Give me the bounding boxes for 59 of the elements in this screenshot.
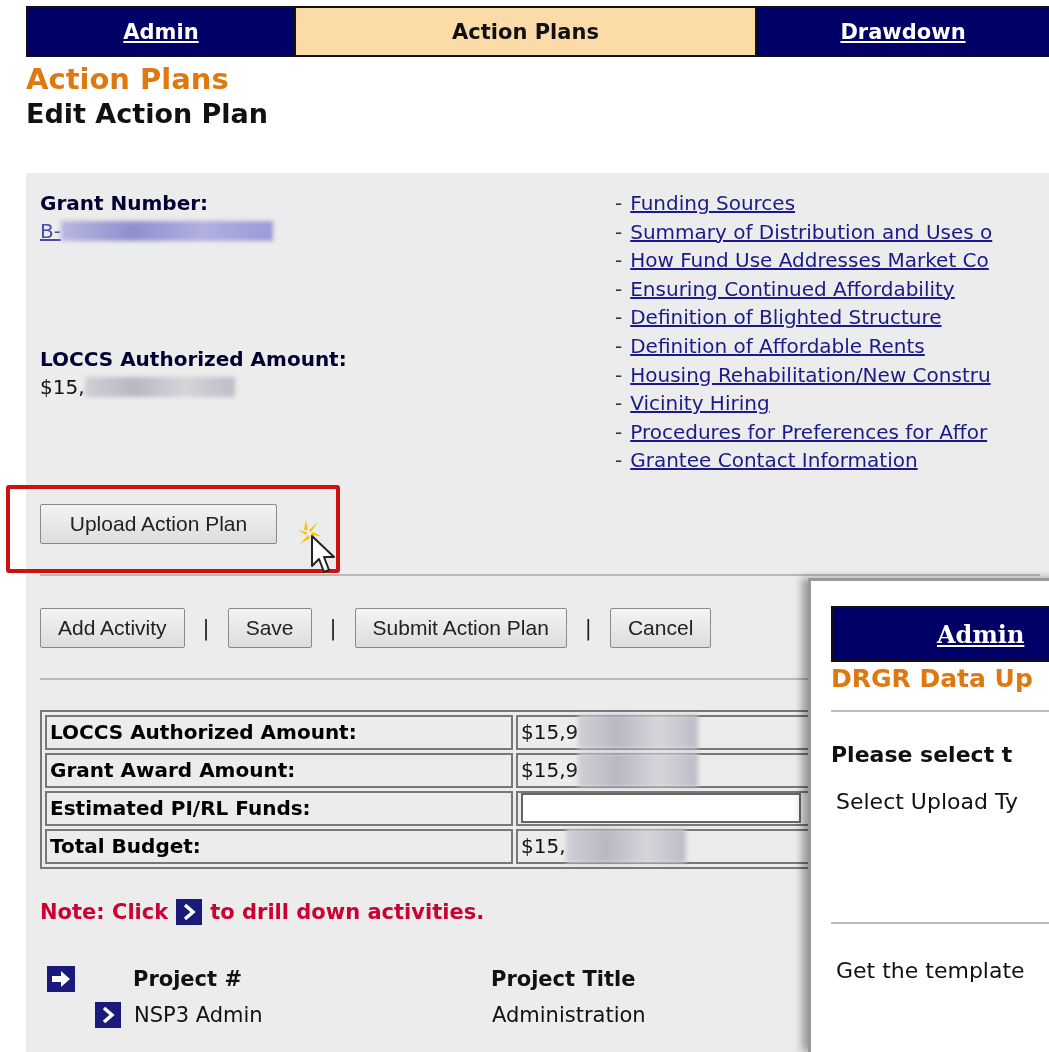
instruction-text: Get the template <box>836 958 1025 983</box>
note-text: to drill down activities. <box>210 899 485 924</box>
section-link[interactable]: Grantee Contact Information <box>630 446 918 475</box>
section-link[interactable]: Definition of Affordable Rents <box>630 331 925 361</box>
bullet-dash: - <box>615 304 623 332</box>
action-button[interactable]: Add Activity <box>40 607 185 648</box>
field-label: Grant Number: <box>40 190 209 217</box>
section-link[interactable]: Procedures for Preferences for Affor <box>630 417 988 447</box>
field-value: $15, <box>40 375 85 399</box>
bullet-dash: - <box>615 190 623 217</box>
expand-all-icon[interactable] <box>47 965 75 992</box>
note-text: Note: Click <box>40 899 169 924</box>
table-cell: Administration <box>492 1002 646 1027</box>
drill-down-icon[interactable] <box>95 1001 121 1028</box>
section-link[interactable]: Housing Rehabilitation/New Constru <box>630 360 991 390</box>
field-label: LOCCS Authorized Amount: <box>40 346 347 373</box>
table-cell: LOCCS Authorized Amount: <box>45 714 513 750</box>
section-link[interactable]: Ensuring Continued Affordability <box>630 274 955 304</box>
bullet-dash: - <box>615 447 623 475</box>
bullet-dash: - <box>615 332 623 360</box>
column-header: Project # <box>133 966 243 991</box>
page-subtitle: Edit Action Plan <box>26 97 269 131</box>
section-link[interactable]: Definition of Blighted Structure <box>630 303 942 332</box>
bullet-dash: - <box>615 418 623 446</box>
bullet-dash: - <box>615 275 623 303</box>
table-cell: Grant Award Amount: <box>45 752 513 788</box>
bullet-dash: - <box>615 247 623 275</box>
input-field[interactable] <box>521 793 801 824</box>
nav-tab[interactable]: Drawdown <box>757 8 1049 55</box>
action-button[interactable]: Submit Action Plan <box>354 607 567 648</box>
bullet-dash: - <box>615 361 623 389</box>
nav-tab[interactable]: Action Plans <box>294 8 757 55</box>
section-link[interactable]: Summary of Distribution and Uses o <box>630 217 993 247</box>
prompt-text: Please select t <box>831 742 1013 767</box>
field-label: Select Upload Ty <box>836 789 1018 814</box>
table-cell: $15,9 <box>521 758 579 783</box>
separator-text: | <box>584 615 592 640</box>
bullet-dash: - <box>615 218 623 246</box>
page-title: Action Plans <box>26 62 229 96</box>
section-link[interactable]: Funding Sources <box>630 189 796 218</box>
column-header: Project Title <box>491 966 636 991</box>
section-link[interactable]: Vicinity Hiring <box>630 389 770 418</box>
table-cell-text: NSP3 Admin <box>134 1002 264 1027</box>
table-cell: Estimated PI/RL Funds: <box>45 790 513 826</box>
grant-number-link[interactable]: B- <box>40 219 61 243</box>
table-cell: $15,9 <box>521 720 579 745</box>
separator-text: | <box>329 615 337 640</box>
table-cell: Total Budget: <box>45 828 513 864</box>
section-link[interactable]: How Fund Use Addresses Market Co <box>630 246 989 275</box>
action-button[interactable]: Save <box>227 607 312 648</box>
table-cell: $15, <box>521 834 566 859</box>
nav-tab[interactable]: Admin <box>28 8 294 55</box>
dialog-title: DRGR Data Up <box>831 663 1033 695</box>
nav-tab[interactable]: Admin <box>937 619 1025 649</box>
upload-button[interactable]: Upload Action Plan <box>40 503 277 544</box>
action-button[interactable]: Cancel <box>609 607 712 648</box>
drill-down-icon <box>176 898 203 925</box>
bullet-dash: - <box>615 390 623 418</box>
separator-text: | <box>202 615 210 640</box>
